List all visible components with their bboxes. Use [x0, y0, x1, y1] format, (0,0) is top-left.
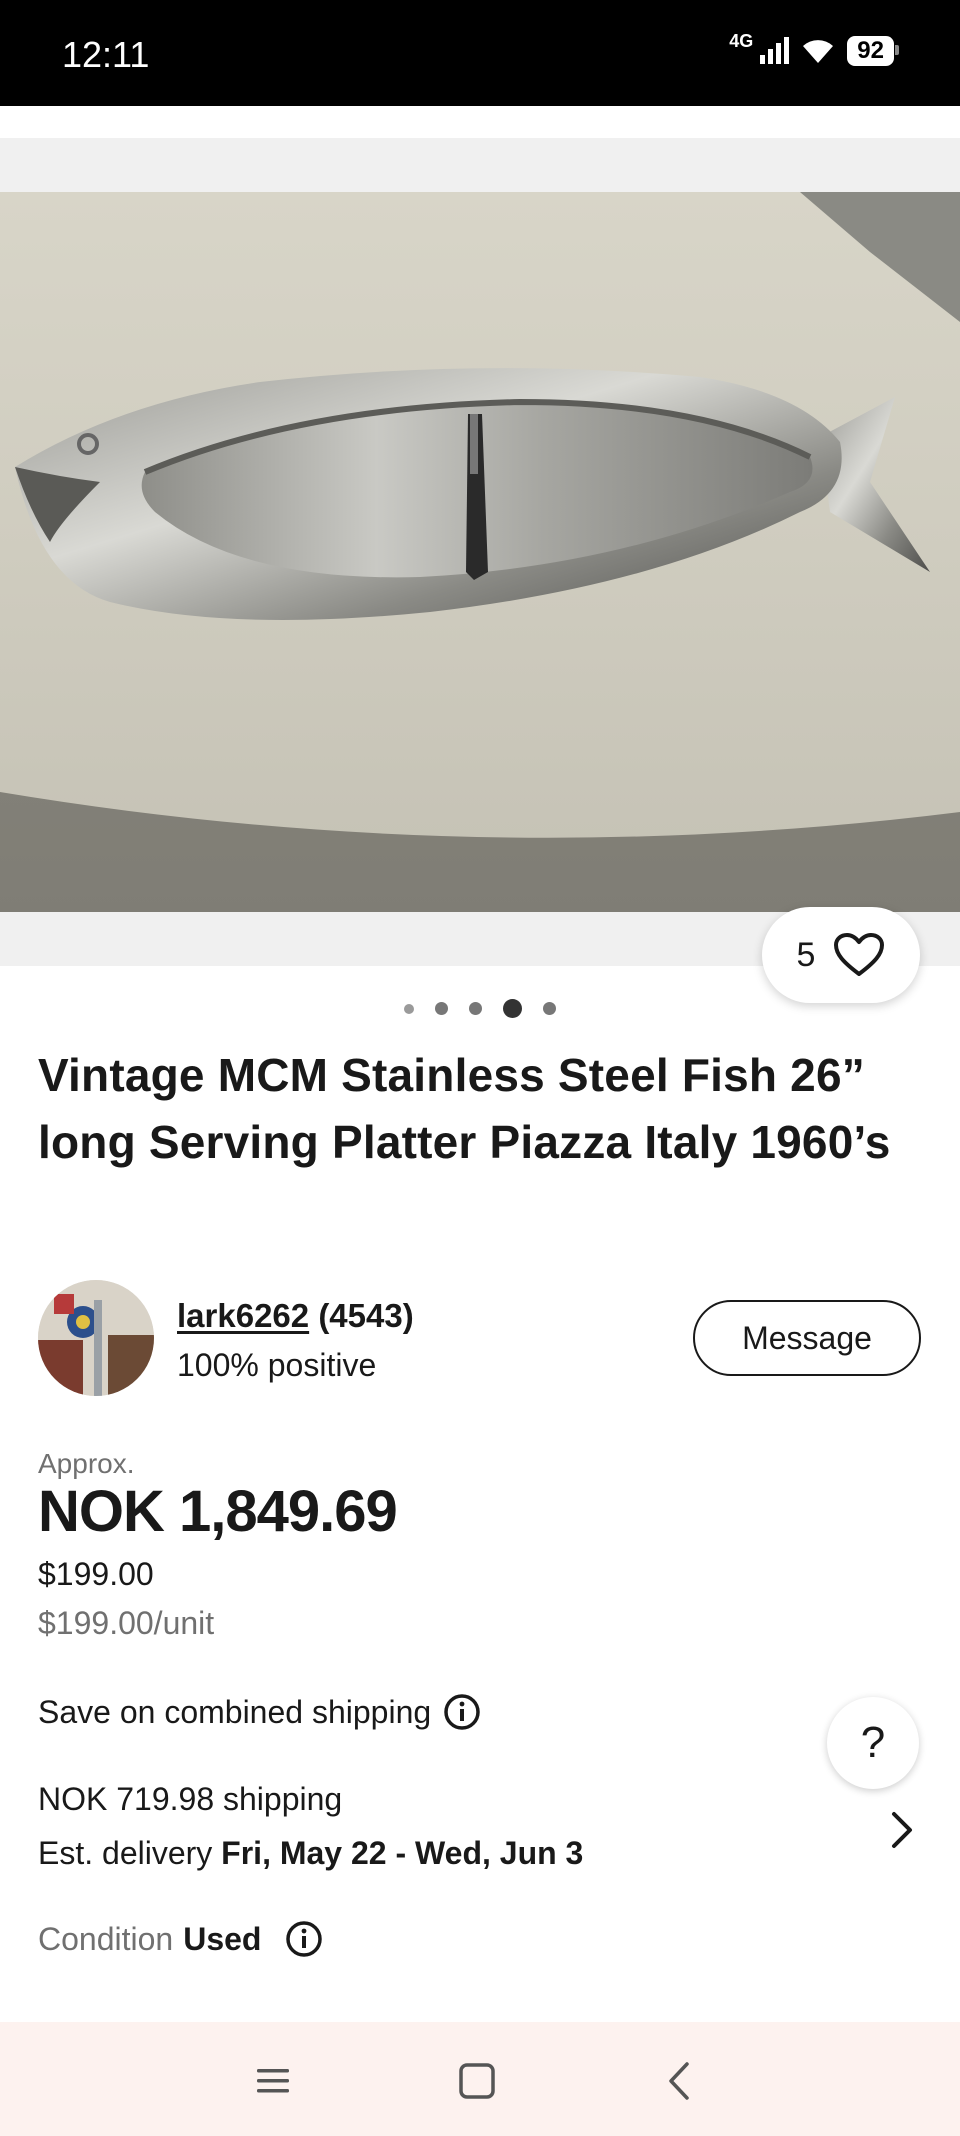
listing-title: Vintage MCM Stainless Steel Fish 26” lon… — [38, 1049, 891, 1168]
seller-avatar[interactable] — [38, 1280, 154, 1396]
wifi-icon — [803, 40, 834, 63]
condition-row: Condition Used — [38, 1920, 323, 1958]
chevron-right-icon[interactable] — [888, 1810, 916, 1850]
seller-positive-rating: 100% positive — [177, 1347, 377, 1383]
help-button[interactable]: ? — [827, 1697, 919, 1789]
info-icon[interactable] — [285, 1920, 323, 1958]
fish-platter-photo — [0, 192, 960, 912]
combined-shipping: Save on combined shipping — [38, 1693, 481, 1731]
system-nav-bar — [0, 2022, 960, 2136]
watch-button[interactable]: 5 — [762, 907, 920, 1003]
image-gallery[interactable] — [0, 138, 960, 966]
back-icon[interactable] — [656, 2056, 706, 2106]
condition-value: Used — [183, 1920, 262, 1957]
info-icon[interactable] — [443, 1693, 481, 1731]
condition-label: Condition — [38, 1920, 174, 1957]
recent-apps-icon[interactable] — [248, 2056, 298, 2106]
price-usd: $199.00 — [38, 1556, 154, 1592]
est-delivery-label: Est. delivery — [38, 1835, 213, 1871]
seller-avatar-image — [38, 1280, 154, 1396]
estimated-delivery: Est. delivery Fri, May 22 - Wed, Jun 3 — [38, 1835, 583, 1872]
message-button[interactable]: Message — [693, 1300, 921, 1376]
seller-info: lark6262 (4543) — [177, 1297, 414, 1335]
combined-shipping-label: Save on combined shipping — [38, 1693, 432, 1730]
carousel-dot[interactable] — [404, 1003, 414, 1014]
carousel-dot[interactable] — [543, 1002, 556, 1015]
status-bar: 12:11 4G 92 — [0, 0, 960, 106]
price-per-unit: $199.00/unit — [38, 1605, 215, 1641]
home-icon[interactable] — [452, 2056, 502, 2106]
carousel-dots — [0, 999, 960, 1018]
heart-icon — [834, 933, 885, 976]
listing-photo[interactable] — [0, 192, 960, 912]
carousel-dot-active[interactable] — [503, 999, 522, 1018]
network-label: 4G — [729, 30, 754, 51]
signal-icon — [760, 37, 790, 64]
carousel-dot[interactable] — [469, 1002, 482, 1015]
status-time: 12:11 — [62, 34, 150, 75]
battery-indicator: 92 — [847, 36, 899, 66]
seller-name-link[interactable]: lark6262 — [177, 1297, 309, 1334]
seller-feedback-count: (4543) — [318, 1297, 414, 1334]
carousel-dot[interactable] — [435, 1002, 448, 1015]
watch-count: 5 — [796, 935, 816, 974]
approx-label: Approx. — [38, 1448, 135, 1479]
price-converted: NOK 1,849.69 — [38, 1479, 398, 1544]
status-icons: 4G 92 — [729, 31, 899, 66]
est-delivery-dates: Fri, May 22 - Wed, Jun 3 — [221, 1835, 584, 1871]
shipping-cost: NOK 719.98 shipping — [38, 1781, 343, 1817]
